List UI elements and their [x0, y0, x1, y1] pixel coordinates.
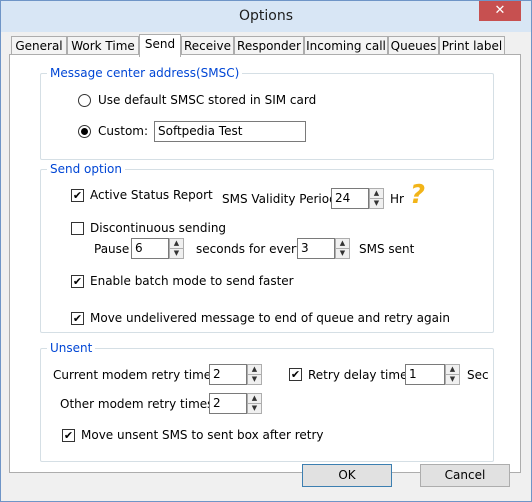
retry-delay-spinner[interactable]: ▲ ▼ — [445, 364, 460, 385]
current-modem-retry-spinner[interactable]: ▲ ▼ — [247, 364, 262, 385]
spin-up-icon[interactable]: ▲ — [336, 239, 349, 249]
tab-general[interactable]: General — [11, 36, 67, 55]
spin-down-icon[interactable]: ▼ — [248, 375, 261, 384]
move-unsent-checkbox[interactable]: ✔ — [62, 429, 75, 442]
tab-print-label[interactable]: Print label — [439, 36, 505, 55]
close-button[interactable]: ✕ — [479, 1, 521, 21]
cancel-button[interactable]: Cancel — [420, 464, 510, 487]
spin-up-icon[interactable]: ▲ — [248, 365, 261, 375]
move-undelivered-label: Move undelivered message to end of queue… — [90, 311, 450, 325]
send-option-group: Send option ✔ Active Status Report SMS V… — [40, 162, 494, 333]
help-icon[interactable]: ? — [410, 180, 425, 210]
validity-period-spinner[interactable]: ▲ ▼ — [369, 188, 384, 209]
window-title: Options — [238, 8, 294, 24]
tab-responder[interactable]: Responder — [234, 36, 304, 55]
active-status-report-checkbox[interactable]: ✔ — [71, 189, 84, 202]
spin-down-icon[interactable]: ▼ — [248, 404, 261, 413]
current-modem-retry-input[interactable]: 2 — [209, 364, 247, 385]
smsc-group: Message center address(SMSC) Use default… — [40, 66, 494, 160]
retry-delay-input[interactable]: 1 — [405, 364, 445, 385]
sms-sent-label: SMS sent — [359, 242, 415, 256]
spin-down-icon[interactable]: ▼ — [336, 249, 349, 258]
send-tab-panel: Message center address(SMSC) Use default… — [9, 54, 521, 473]
spin-up-icon[interactable]: ▲ — [370, 189, 383, 199]
custom-smsc-radio[interactable] — [78, 125, 91, 138]
close-icon: ✕ — [494, 3, 506, 18]
every-spinner[interactable]: ▲ ▼ — [335, 238, 350, 259]
validity-period-input[interactable]: 24 — [331, 188, 369, 209]
every-input[interactable]: 3 — [297, 238, 335, 259]
tab-queues[interactable]: Queues — [388, 36, 439, 55]
custom-smsc-label: Custom: — [98, 124, 149, 138]
validity-period-label: SMS Validity Period — [222, 192, 337, 206]
spin-down-icon[interactable]: ▼ — [446, 375, 459, 384]
send-option-group-title: Send option — [47, 162, 125, 176]
batch-mode-checkbox[interactable]: ✔ — [71, 275, 84, 288]
other-modem-retry-input[interactable]: 2 — [209, 393, 247, 414]
validity-unit-label: Hr — [390, 192, 404, 206]
active-status-report-label: Active Status Report — [90, 188, 213, 202]
spin-down-icon[interactable]: ▼ — [170, 249, 183, 258]
pause-input[interactable]: 6 — [131, 238, 169, 259]
discontinuous-sending-checkbox[interactable] — [71, 222, 84, 235]
pause-label: Pause — [94, 242, 130, 256]
title-bar: Options ✕ — [1, 1, 531, 32]
other-modem-retry-spinner[interactable]: ▲ ▼ — [247, 393, 262, 414]
tab-send[interactable]: Send — [139, 34, 181, 57]
smsc-group-title: Message center address(SMSC) — [47, 66, 243, 80]
unsent-group-title: Unsent — [47, 341, 96, 355]
spin-down-icon[interactable]: ▼ — [370, 199, 383, 208]
spin-up-icon[interactable]: ▲ — [248, 394, 261, 404]
default-smsc-label: Use default SMSC stored in SIM card — [98, 93, 317, 107]
tab-receive[interactable]: Receive — [181, 36, 234, 55]
retry-delay-checkbox[interactable]: ✔ — [289, 368, 302, 381]
move-undelivered-checkbox[interactable]: ✔ — [71, 312, 84, 325]
seconds-for-every-label: seconds for every — [196, 242, 304, 256]
options-window: Options ✕ General Work Time Send Receive… — [0, 0, 532, 502]
pause-spinner[interactable]: ▲ ▼ — [169, 238, 184, 259]
dialog-client-area: General Work Time Send Receive Responder… — [8, 32, 524, 496]
spin-up-icon[interactable]: ▲ — [446, 365, 459, 375]
spin-up-icon[interactable]: ▲ — [170, 239, 183, 249]
discontinuous-sending-label: Discontinuous sending — [90, 221, 227, 235]
custom-smsc-input[interactable]: Softpedia Test — [154, 121, 306, 142]
ok-button[interactable]: OK — [302, 464, 392, 487]
tab-incoming-call[interactable]: Incoming call — [304, 36, 388, 55]
current-modem-retry-label: Current modem retry times — [53, 368, 218, 382]
other-modem-retry-label: Other modem retry times — [60, 397, 214, 411]
unsent-group: Unsent Current modem retry times 2 ▲ ▼ ✔… — [40, 341, 494, 462]
retry-delay-unit-label: Sec — [467, 368, 489, 382]
tab-work-time[interactable]: Work Time — [67, 36, 139, 55]
move-unsent-label: Move unsent SMS to sent box after retry — [81, 428, 324, 442]
retry-delay-label: Retry delay time — [308, 368, 408, 382]
batch-mode-label: Enable batch mode to send faster — [90, 274, 294, 288]
default-smsc-radio[interactable] — [78, 94, 91, 107]
